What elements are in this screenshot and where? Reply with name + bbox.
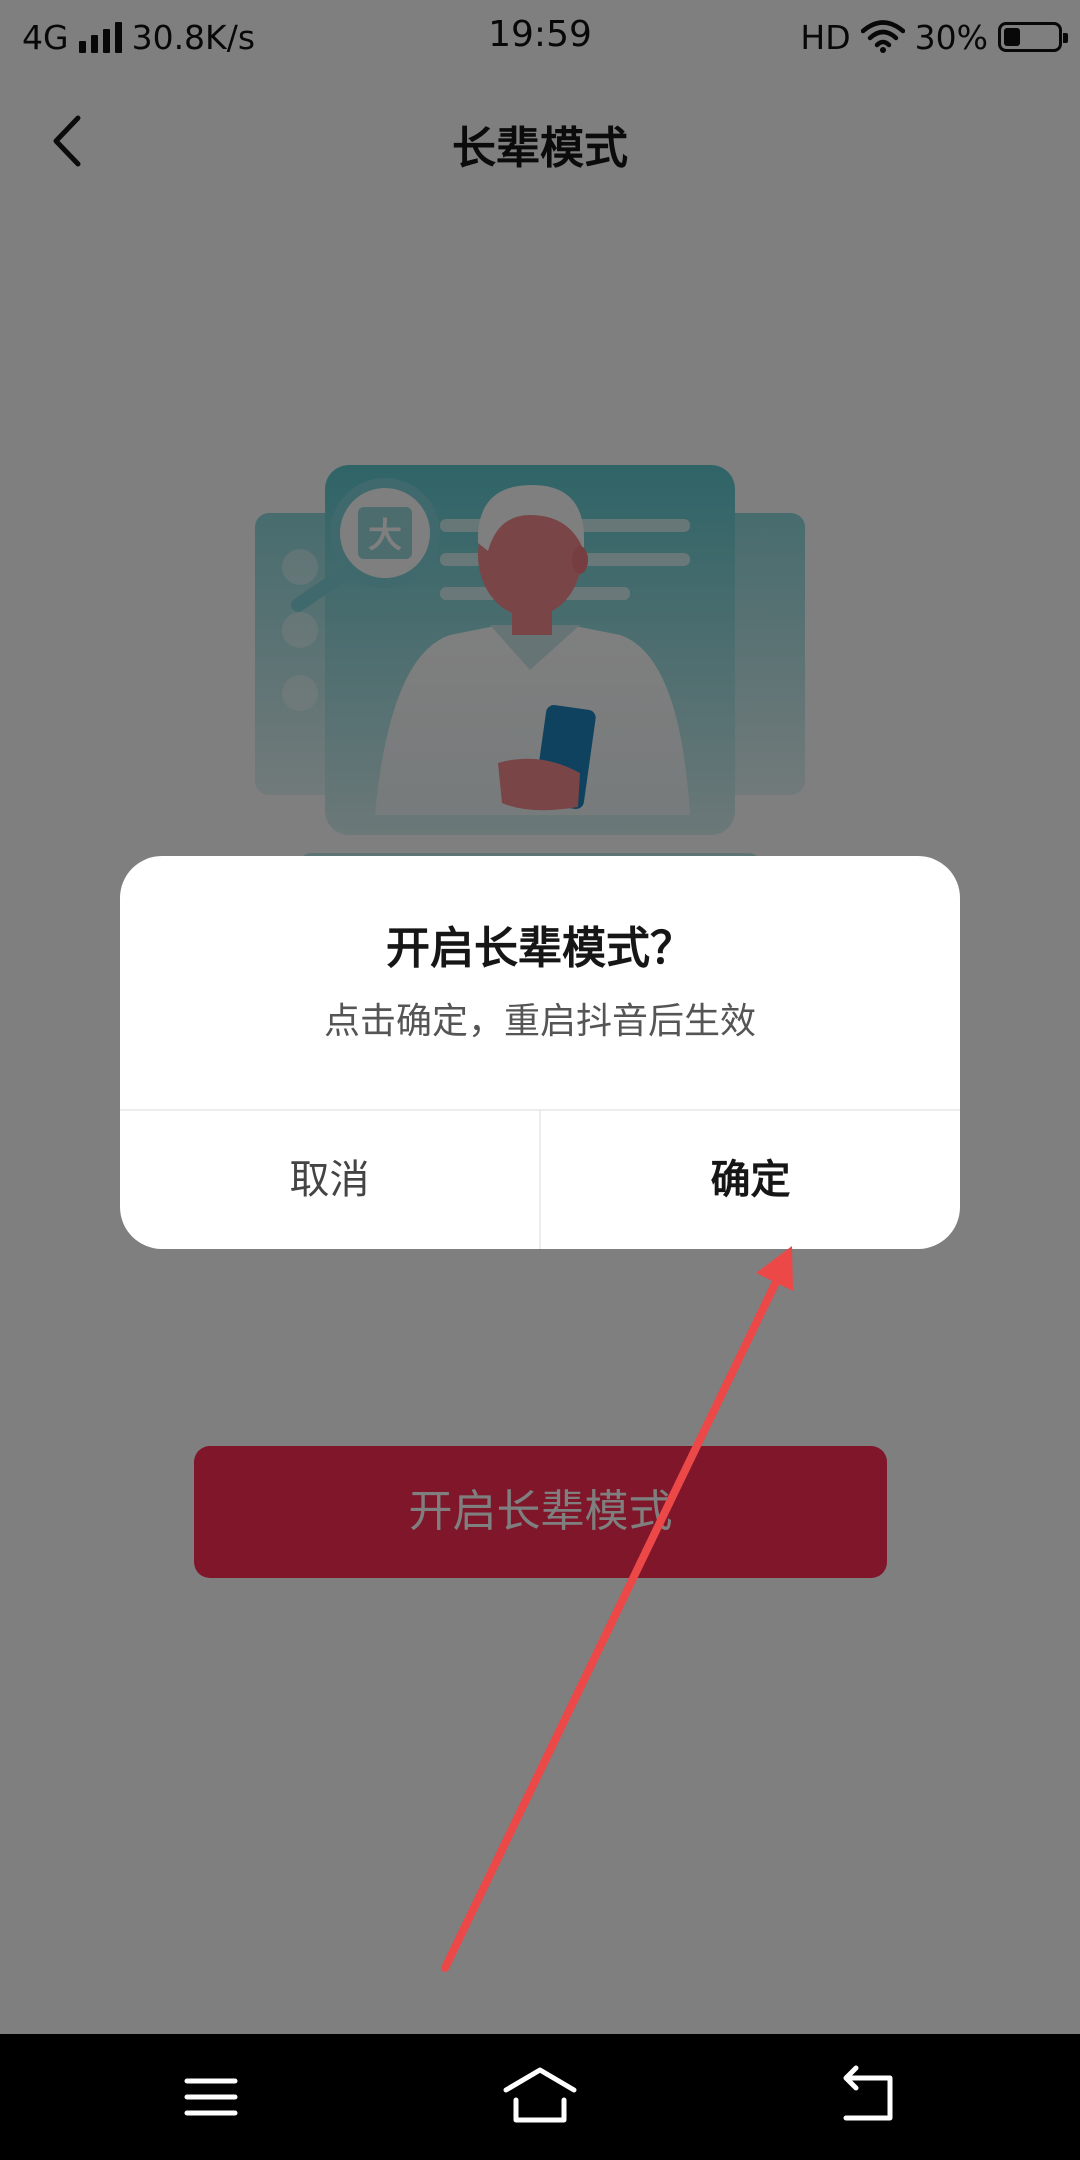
navigation-bar: [0, 2034, 1080, 2160]
screen: 4G 30.8K/s 19:59 HD 30%: [0, 0, 1080, 2160]
confirm-button[interactable]: 确定: [541, 1111, 960, 1249]
cancel-button[interactable]: 取消: [120, 1111, 539, 1249]
back-icon[interactable]: [828, 2064, 908, 2130]
dialog-title: 开启长辈模式？: [386, 923, 694, 974]
menu-icon[interactable]: [171, 2064, 251, 2130]
dialog-message: 点击确定，重启抖音后生效: [323, 1001, 756, 1042]
home-icon[interactable]: [500, 2064, 580, 2130]
confirm-dialog: 开启长辈模式？ 点击确定，重启抖音后生效 取消 确定: [120, 856, 960, 1249]
